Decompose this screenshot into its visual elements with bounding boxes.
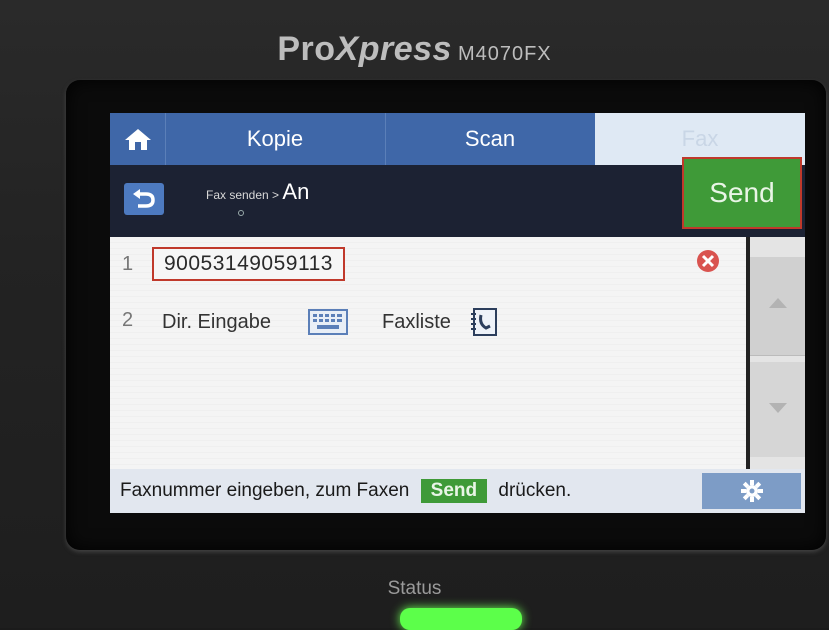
chevron-down-icon <box>769 403 787 413</box>
tab-scan[interactable]: Scan <box>385 113 596 165</box>
home-button[interactable] <box>110 113 166 165</box>
home-icon <box>125 129 151 150</box>
delete-icon[interactable] <box>696 249 720 273</box>
status-bar: Faxnummer eingeben, zum Faxen Send drück… <box>110 469 805 513</box>
row-index: 1 <box>122 253 134 275</box>
status-led <box>400 608 522 630</box>
touch-screen: Kopie Scan Fax Fax senden > An Send 1 90… <box>110 113 805 513</box>
scroll-down-button[interactable] <box>750 362 805 457</box>
direct-entry-button[interactable]: Dir. Eingabe <box>162 311 271 334</box>
page-indicator-dot <box>238 210 244 216</box>
back-arrow-icon <box>133 189 155 208</box>
send-button[interactable]: Send <box>682 157 802 229</box>
status-button-label: Status <box>387 578 442 599</box>
breadcrumb: Fax senden > An <box>206 179 310 204</box>
status-message: Faxnummer eingeben, zum Faxen Send drück… <box>120 479 572 503</box>
chevron-up-icon <box>769 298 787 308</box>
list-item: 2 Dir. Eingabe Faxliste <box>110 303 746 343</box>
fax-list-button[interactable]: Faxliste <box>382 311 451 334</box>
send-hint-badge: Send <box>420 479 488 503</box>
row-index: 2 <box>122 309 134 331</box>
printer-device: ProXpress M4070FX Kopie Scan Fax Fax sen… <box>0 0 829 630</box>
back-button[interactable] <box>124 183 164 215</box>
list-item: 1 90053149059113 <box>110 247 746 287</box>
tab-kopie[interactable]: Kopie <box>165 113 386 165</box>
keyboard-icon[interactable] <box>308 309 348 335</box>
fax-number-entry[interactable]: 90053149059113 <box>152 247 345 281</box>
gear-icon <box>741 480 763 502</box>
scrollbar[interactable] <box>746 237 805 469</box>
phonebook-icon[interactable] <box>470 307 498 337</box>
settings-button[interactable] <box>702 473 801 509</box>
scroll-up-button[interactable] <box>750 257 805 356</box>
brand-logo: ProXpress M4070FX <box>277 30 552 68</box>
recipient-list: 1 90053149059113 2 Dir. Eingabe Faxliste <box>110 237 746 469</box>
